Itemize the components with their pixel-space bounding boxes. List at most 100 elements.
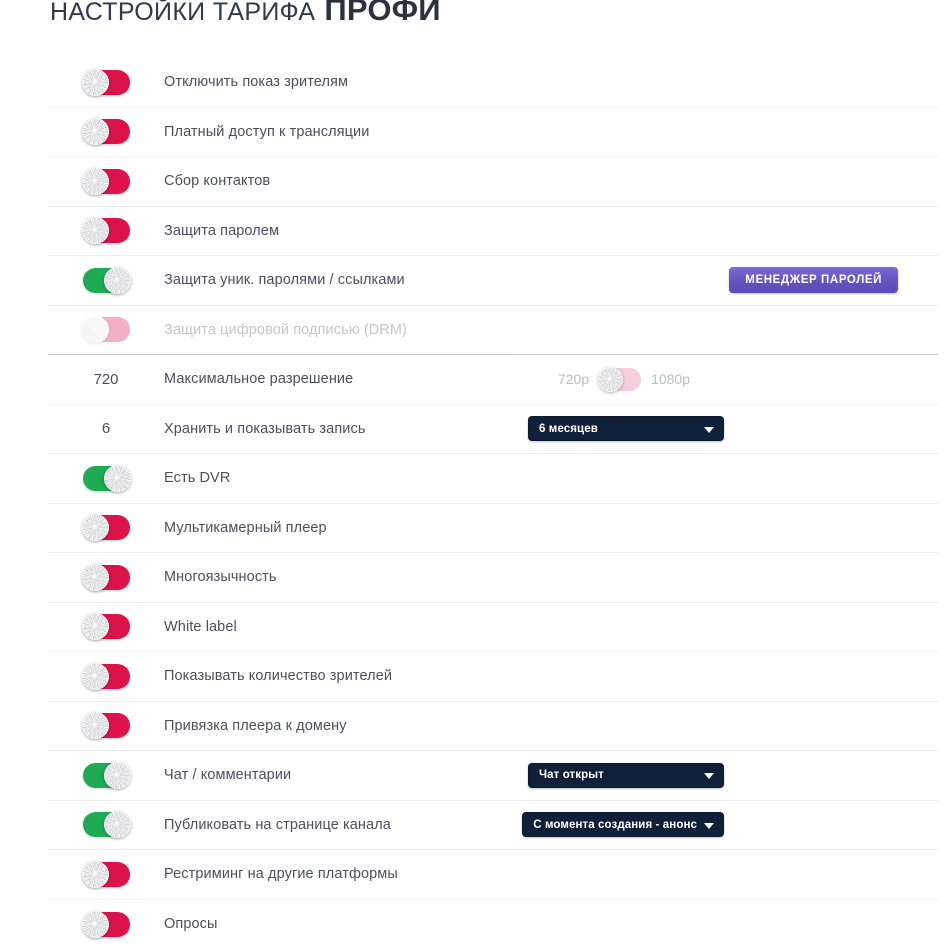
settings-row: Мультикамерный плеер [48,504,938,554]
row-actions: Чат открыт [528,763,938,788]
toggle-switch[interactable] [83,614,130,639]
settings-row: Сбор контактов [48,157,938,207]
dropdown-selected-value: Чат открыт [539,769,604,781]
dropdown-select[interactable]: Чат открыт [528,763,724,788]
toggle-switch[interactable] [83,664,130,689]
row-label: Защита уник. паролями / ссылками [164,272,729,288]
row-toggle-cell [48,466,164,491]
row-toggle-cell [48,565,164,590]
row-actions: Менеджер паролей [729,267,938,293]
page-title-plan: Профи [324,0,440,28]
row-toggle-cell [48,664,164,689]
row-toggle-cell [48,169,164,194]
row-toggle-cell [48,912,164,937]
row-label: White label [164,619,898,635]
row-label: Мультикамерный плеер [164,520,898,536]
resolution-toggle [599,368,641,391]
row-label: Есть DVR [164,470,898,486]
row-toggle-cell [48,812,164,837]
row-toggle-cell [48,515,164,540]
toggle-switch[interactable] [83,70,130,95]
row-label: Опросы [164,916,898,932]
row-label: Чат / комментарии [164,767,528,783]
row-value: 720 [48,371,164,388]
row-label: Хранить и показывать запись [164,421,528,437]
toggle-knob-icon [82,861,109,888]
settings-row: Рестриминг на другие платформы [48,850,938,900]
row-label: Рестриминг на другие платформы [164,866,898,882]
row-value-cell: 720 [48,371,164,388]
toggle-switch[interactable] [83,912,130,937]
chevron-down-icon [704,773,714,779]
row-actions: 6 месяцев [528,416,938,441]
row-toggle-cell [48,763,164,788]
row-label: Публиковать на странице канала [164,817,522,833]
toggle-knob-icon [82,118,109,145]
toggle-switch[interactable] [83,218,130,243]
row-label: Сбор контактов [164,173,898,189]
resolution-option-low: 720p [558,371,589,387]
row-label: Платный доступ к трансляции [164,124,898,140]
resolution-switch-group: 720p 1080p [558,368,690,391]
resolution-option-high: 1080p [651,371,690,387]
toggle-knob-icon [104,465,131,492]
toggle-switch[interactable] [83,268,130,293]
dropdown-selected-value: 6 месяцев [539,423,598,435]
settings-row: 720Максимальное разрешение720p 1080p [48,355,938,405]
settings-row: 6Хранить и показывать запись 6 месяцев [48,405,938,455]
toggle-knob-icon [82,168,109,195]
settings-row: Защита паролем [48,207,938,257]
password-manager-button[interactable]: Менеджер паролей [729,267,898,293]
row-toggle-cell [48,317,164,342]
row-label: Показывать количество зрителей [164,668,898,684]
toggle-switch[interactable] [83,119,130,144]
page-title-prefix: Настройки тарифа [50,0,315,27]
row-actions: 720p 1080p [558,368,938,391]
row-value: 6 [48,420,164,437]
page-title: Настройки тарифа Профи [50,0,441,38]
row-toggle-cell [48,268,164,293]
toggle-knob-icon [598,367,623,392]
settings-row: Чат / комментарии Чат открыт [48,751,938,801]
settings-row: Защита цифровой подписью (DRM) [48,306,938,356]
dropdown-selected-value: С момента создания - анонс [533,819,697,831]
toggle-switch[interactable] [83,713,130,738]
row-label: Защита паролем [164,223,898,239]
toggle-switch[interactable] [83,466,130,491]
row-toggle-cell [48,614,164,639]
settings-row: Есть DVR [48,454,938,504]
row-toggle-cell [48,119,164,144]
toggle-switch[interactable] [83,763,130,788]
toggle-switch[interactable] [83,565,130,590]
row-value-cell: 6 [48,420,164,437]
settings-row: White label [48,603,938,653]
settings-row: Публиковать на странице канала С момента … [48,801,938,851]
toggle-switch[interactable] [83,812,130,837]
tariff-settings-page: Настройки тарифа Профи Отключить показ з… [0,0,945,942]
toggle-knob-icon [82,217,109,244]
toggle-switch[interactable] [83,515,130,540]
settings-row: Показывать количество зрителей [48,652,938,702]
row-label: Многоязычность [164,569,898,585]
row-label: Привязка плеера к домену [164,718,898,734]
row-label: Отключить показ зрителям [164,74,898,90]
toggle-knob-icon [104,267,131,294]
row-toggle-cell [48,218,164,243]
settings-row: Защита уник. паролями / ссылкамиМенеджер… [48,256,938,306]
toggle-knob-icon [104,762,131,789]
toggle-knob-icon [82,514,109,541]
toggle-switch[interactable] [83,169,130,194]
toggle-switch[interactable] [83,862,130,887]
dropdown-select[interactable]: С момента создания - анонс [522,812,724,837]
dropdown-select[interactable]: 6 месяцев [528,416,724,441]
toggle-knob-icon [104,811,131,838]
row-actions: С момента создания - анонс [522,812,938,837]
row-label: Защита цифровой подписью (DRM) [164,322,898,338]
row-toggle-cell [48,713,164,738]
row-label: Максимальное разрешение [164,371,558,387]
toggle-knob-icon [82,712,109,739]
toggle-knob-icon [82,911,109,938]
settings-row: Привязка плеера к домену [48,702,938,752]
toggle-knob-icon [82,663,109,690]
settings-list: Отключить показ зрителям Платный доступ к… [48,58,938,949]
